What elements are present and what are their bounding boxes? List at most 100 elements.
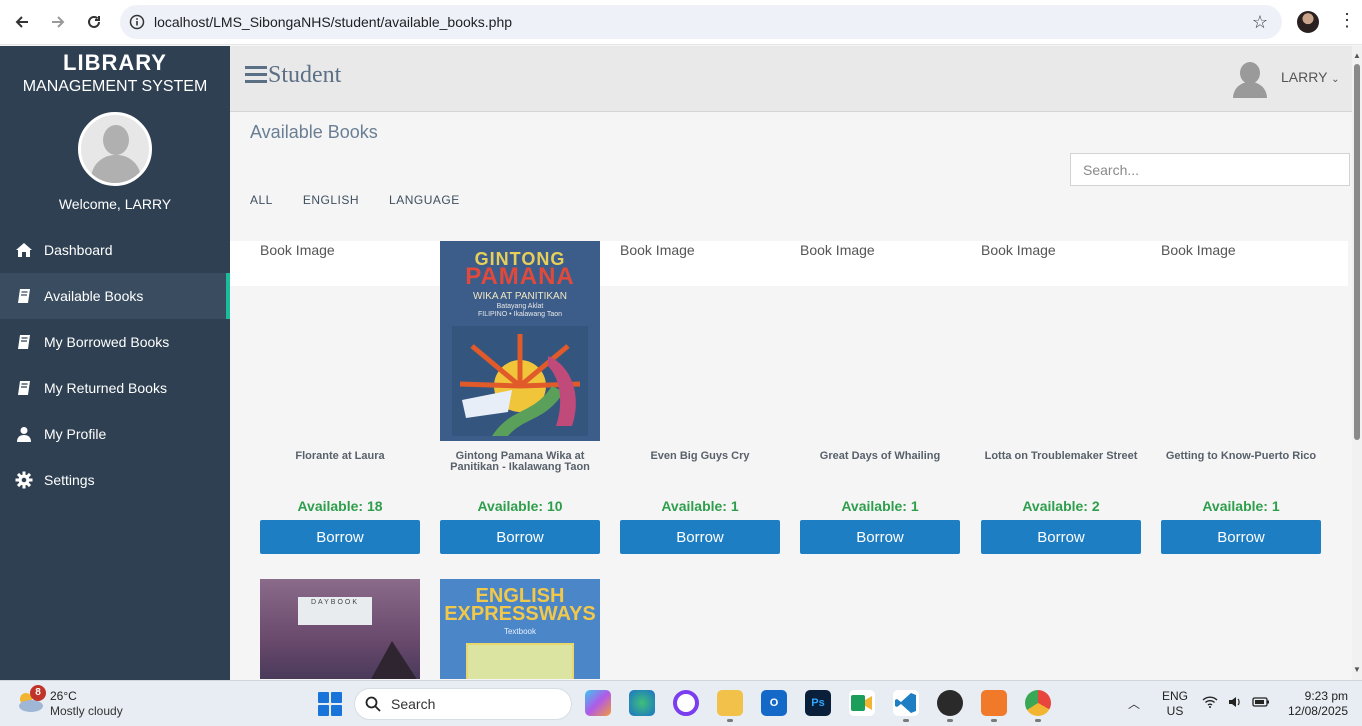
user-avatar[interactable]: [1233, 62, 1267, 98]
availability-count: Available: 2: [1022, 498, 1100, 514]
chrome-icon[interactable]: [1025, 690, 1051, 716]
sidebar-item-my-returned-books[interactable]: My Returned Books: [0, 365, 230, 411]
language-indicator[interactable]: ENG US: [1162, 689, 1188, 719]
forward-arrow-icon[interactable]: [40, 4, 76, 40]
user-menu-dropdown[interactable]: LARRY ⌄: [1281, 69, 1339, 85]
taskbar-search[interactable]: Search: [354, 688, 572, 720]
book-card: DAYBOOK: [260, 579, 420, 679]
main-content: Available Books ALL ENGLISH LANGUAGE Boo…: [230, 112, 1352, 680]
scroll-thumb[interactable]: [1354, 64, 1360, 440]
running-indicator: [991, 719, 997, 722]
back-arrow-icon[interactable]: [4, 4, 40, 40]
search-label: Search: [391, 696, 436, 712]
borrow-button[interactable]: Borrow: [440, 520, 600, 554]
windows-start-icon[interactable]: [318, 692, 342, 716]
system-clock[interactable]: 9:23 pm 12/08/2025: [1284, 689, 1348, 719]
browser-profile-avatar[interactable]: [1297, 11, 1319, 33]
bookmark-star-icon[interactable]: ☆: [1252, 12, 1268, 33]
xampp-icon[interactable]: [981, 690, 1007, 716]
site-info-icon[interactable]: [120, 5, 154, 39]
cover-text: WIKA AT PANITIKAN: [473, 291, 567, 302]
filter-language[interactable]: LANGUAGE: [389, 193, 460, 207]
address-bar[interactable]: localhost/LMS_SibongaNHS/student/availab…: [120, 5, 1282, 39]
book-image[interactable]: Book Image: [800, 241, 960, 441]
file-explorer-icon[interactable]: [717, 690, 743, 716]
avatar: [78, 112, 152, 186]
page-header-title: Student: [268, 62, 342, 88]
sidebar-item-label: My Returned Books: [44, 380, 167, 396]
url-text[interactable]: localhost/LMS_SibongaNHS/student/availab…: [154, 14, 512, 30]
book-title: Florante at Laura: [295, 450, 385, 462]
hamburger-menu-icon[interactable]: [245, 66, 267, 84]
system-tray[interactable]: [1202, 696, 1270, 711]
meet-icon[interactable]: [849, 690, 875, 716]
copilot-icon[interactable]: [585, 690, 611, 716]
cover-text: DAYBOOK: [298, 597, 372, 625]
cover-illustration: [466, 643, 574, 679]
photoshop-icon[interactable]: Ps: [805, 690, 831, 716]
availability-count: Available: 1: [1202, 498, 1280, 514]
running-indicator: [727, 719, 733, 722]
reload-icon[interactable]: [76, 4, 112, 40]
availability-count: Available: 10: [477, 498, 563, 514]
borrow-button[interactable]: Borrow: [800, 520, 960, 554]
outlook-icon[interactable]: O: [761, 690, 787, 716]
availability-count: Available: 1: [841, 498, 919, 514]
cover-text: EXPRESSWAYS: [444, 603, 596, 625]
sidebar-item-label: My Borrowed Books: [44, 334, 170, 350]
cover-rock-illustration: [370, 641, 418, 679]
weather-widget[interactable]: 8 26°C Mostly cloudy: [16, 685, 146, 721]
book-icon: [14, 287, 34, 305]
sidebar-item-dashboard[interactable]: Dashboard: [0, 227, 230, 273]
sidebar-item-label: Settings: [44, 472, 95, 488]
book-image[interactable]: Book Image: [1161, 241, 1321, 441]
chevron-down-icon: ⌄: [1331, 74, 1340, 85]
book-cover-english-expressways[interactable]: ENGLISH EXPRESSWAYS Textbook: [440, 579, 600, 679]
search-input[interactable]: [1070, 153, 1350, 186]
browser-menu-icon[interactable]: ⋮: [1338, 10, 1356, 31]
notification-badge: 8: [30, 685, 46, 701]
sidebar-item-label: Dashboard: [44, 242, 113, 258]
show-hidden-icons-chevron-icon[interactable]: ︿: [1128, 695, 1140, 712]
borrow-button[interactable]: Borrow: [260, 520, 420, 554]
user-name: LARRY: [1281, 69, 1328, 85]
running-indicator: [947, 719, 953, 722]
filter-all[interactable]: ALL: [250, 193, 273, 207]
volume-icon[interactable]: [1228, 696, 1242, 711]
book-image[interactable]: Book Image: [620, 241, 780, 441]
top-header: Student LARRY ⌄: [230, 46, 1352, 112]
sidebar: LIBRARY MANAGEMENT SYSTEM Welcome, LARRY…: [0, 46, 230, 680]
borrow-button[interactable]: Borrow: [1161, 520, 1321, 554]
book-image[interactable]: Book Image: [260, 241, 420, 441]
sidebar-item-my-borrowed-books[interactable]: My Borrowed Books: [0, 319, 230, 365]
search-icon: [355, 696, 391, 712]
wifi-icon[interactable]: [1202, 696, 1218, 711]
borrow-button[interactable]: Borrow: [620, 520, 780, 554]
clock-date: 12/08/2025: [1287, 704, 1348, 718]
book-title: Great Days of Whailing: [819, 450, 941, 462]
book-image[interactable]: Book Image: [981, 241, 1141, 441]
scroll-up-arrow-icon[interactable]: ▲: [1352, 52, 1362, 60]
broken-image-alt: Book Image: [981, 242, 1056, 258]
scroll-down-arrow-icon[interactable]: ▼: [1352, 666, 1362, 674]
book-cover-daybook[interactable]: DAYBOOK: [260, 579, 420, 679]
home-icon: [14, 241, 34, 259]
sidebar-item-my-profile[interactable]: My Profile: [0, 411, 230, 457]
record-app-icon[interactable]: [673, 690, 699, 716]
availability-count: Available: 18: [297, 498, 383, 514]
media-player-icon[interactable]: [937, 690, 963, 716]
book-cover-gintong-pamana: GINTONG PAMANA WIKA AT PANITIKAN Batayan…: [440, 241, 600, 441]
sidebar-item-settings[interactable]: Settings: [0, 457, 230, 503]
edge-browser-icon[interactable]: [629, 690, 655, 716]
book-image[interactable]: GINTONG PAMANA WIKA AT PANITIKAN Batayan…: [440, 241, 600, 441]
battery-icon[interactable]: [1252, 696, 1270, 711]
sidebar-item-available-books[interactable]: Available Books: [0, 273, 230, 319]
availability-count: Available: 1: [661, 498, 739, 514]
borrow-button[interactable]: Borrow: [981, 520, 1141, 554]
weather-description: Mostly cloudy: [50, 704, 123, 718]
gear-icon: [14, 471, 34, 489]
filter-english[interactable]: ENGLISH: [303, 193, 359, 207]
book-title: Even Big Guys Cry: [650, 450, 750, 462]
vscode-icon[interactable]: [893, 690, 919, 716]
page-scrollbar[interactable]: ▲ ▼: [1352, 46, 1362, 680]
